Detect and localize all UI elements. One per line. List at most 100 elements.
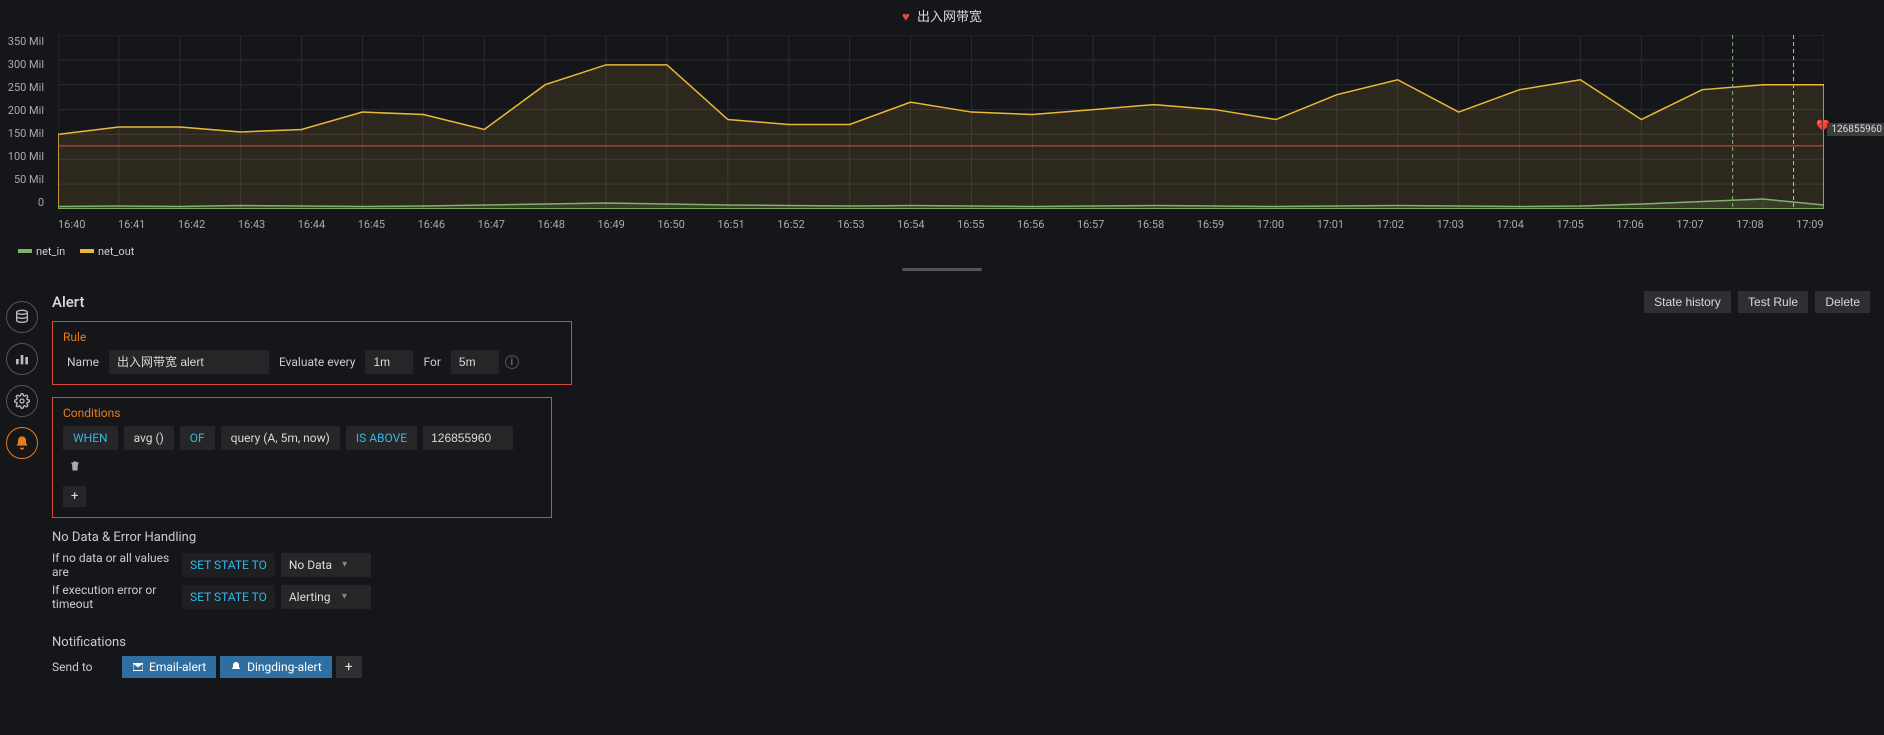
- info-icon[interactable]: i: [505, 355, 519, 369]
- x-tick: 16:52: [777, 218, 804, 231]
- legend-item-net-in[interactable]: net_in: [18, 245, 65, 258]
- for-label: For: [419, 355, 444, 369]
- x-tick: 16:44: [298, 218, 325, 231]
- y-tick: 150 Mil: [0, 127, 44, 140]
- x-tick: 16:51: [717, 218, 744, 231]
- x-tick: 16:48: [538, 218, 565, 231]
- condition-reducer[interactable]: avg (): [124, 426, 174, 450]
- tab-general-icon[interactable]: [6, 385, 38, 417]
- nodata-state-value: No Data: [289, 558, 332, 572]
- conditions-box: Conditions WHEN avg () OF query (A, 5m, …: [52, 397, 552, 518]
- x-tick: 16:55: [957, 218, 984, 231]
- editor-title: Alert: [52, 293, 84, 311]
- rule-box: Rule Name Evaluate every For i: [52, 321, 572, 385]
- legend-label: net_out: [98, 245, 134, 258]
- x-tick: 17:05: [1556, 218, 1583, 231]
- for-input[interactable]: [451, 350, 499, 374]
- nodata-row: If no data or all values are SET STATE T…: [52, 551, 1870, 579]
- panel-resize-handle[interactable]: [902, 268, 982, 271]
- tab-alert-icon[interactable]: [6, 427, 38, 459]
- evaluate-every-input[interactable]: [365, 350, 413, 374]
- nodata-state-select[interactable]: No Data: [281, 553, 371, 577]
- x-tick: 17:07: [1676, 218, 1703, 231]
- editor-tab-icons: [6, 301, 38, 459]
- legend-label: net_in: [36, 245, 65, 258]
- error-row: If execution error or timeout SET STATE …: [52, 583, 1870, 611]
- chart-legend: net_in net_out: [0, 239, 1884, 264]
- error-state-value: Alerting: [289, 590, 331, 604]
- x-tick: 16:42: [178, 218, 205, 231]
- chart-panel[interactable]: 350 Mil300 Mil250 Mil200 Mil150 Mil100 M…: [0, 29, 1884, 239]
- add-notification-button[interactable]: +: [336, 656, 362, 678]
- notification-channel-dingding[interactable]: Dingding-alert: [220, 656, 332, 678]
- legend-swatch: [18, 249, 32, 253]
- x-tick: 16:58: [1137, 218, 1164, 231]
- x-tick: 17:06: [1616, 218, 1643, 231]
- y-axis-ticks: 350 Mil300 Mil250 Mil200 Mil150 Mil100 M…: [0, 35, 50, 209]
- y-tick: 0: [0, 196, 44, 209]
- x-tick: 17:03: [1437, 218, 1464, 231]
- x-tick: 16:47: [478, 218, 505, 231]
- condition-threshold-input[interactable]: [423, 426, 513, 450]
- error-state-select[interactable]: Alerting: [281, 585, 371, 609]
- notification-channel-label: Dingding-alert: [247, 660, 322, 674]
- condition-row: WHEN avg () OF query (A, 5m, now) IS ABO…: [63, 426, 541, 480]
- send-to-label: Send to: [52, 660, 122, 674]
- x-axis-ticks: 16:4016:4116:4216:4316:4416:4516:4616:47…: [58, 218, 1824, 231]
- condition-when[interactable]: WHEN: [63, 426, 118, 450]
- x-tick: 17:00: [1257, 218, 1284, 231]
- x-tick: 16:53: [837, 218, 864, 231]
- y-tick: 350 Mil: [0, 35, 44, 48]
- legend-item-net-out[interactable]: net_out: [80, 245, 134, 258]
- x-tick: 17:01: [1317, 218, 1344, 231]
- bell-icon: [230, 661, 242, 673]
- notifications-section-title: Notifications: [52, 635, 1870, 650]
- send-to-row: Send to Email-alert Dingding-alert +: [52, 656, 1870, 678]
- y-tick: 100 Mil: [0, 150, 44, 163]
- x-tick: 16:57: [1077, 218, 1104, 231]
- alert-editor: Alert State history Test Rule Delete Rul…: [0, 281, 1884, 702]
- rule-name-label: Name: [63, 355, 103, 369]
- x-tick: 17:02: [1377, 218, 1404, 231]
- panel-title-text: 出入网带宽: [917, 10, 982, 25]
- x-tick: 16:59: [1197, 218, 1224, 231]
- editor-header: Alert State history Test Rule Delete: [52, 291, 1870, 313]
- x-tick: 17:09: [1796, 218, 1823, 231]
- notification-channel-label: Email-alert: [149, 660, 206, 674]
- chart-plot-area[interactable]: [58, 35, 1824, 209]
- legend-swatch: [80, 249, 94, 253]
- x-tick: 16:56: [1017, 218, 1044, 231]
- y-tick: 200 Mil: [0, 104, 44, 117]
- nodata-label: If no data or all values are: [52, 551, 182, 579]
- condition-query[interactable]: query (A, 5m, now): [221, 426, 340, 450]
- editor-header-buttons: State history Test Rule Delete: [1640, 291, 1870, 313]
- x-tick: 16:45: [358, 218, 385, 231]
- add-condition-button[interactable]: +: [63, 486, 86, 507]
- error-label: If execution error or timeout: [52, 583, 182, 611]
- x-tick: 16:49: [597, 218, 624, 231]
- set-state-label: SET STATE TO: [182, 553, 275, 577]
- x-tick: 16:46: [418, 218, 445, 231]
- conditions-box-title: Conditions: [63, 406, 541, 420]
- x-tick: 16:40: [58, 218, 85, 231]
- nodata-section-title: No Data & Error Handling: [52, 530, 1870, 545]
- set-state-label-2: SET STATE TO: [182, 585, 275, 609]
- envelope-icon: [132, 661, 144, 673]
- threshold-value-label: 126855960: [1827, 123, 1884, 136]
- heart-icon: ♥: [902, 10, 910, 25]
- rule-name-input[interactable]: [109, 350, 269, 374]
- notification-channel-email[interactable]: Email-alert: [122, 656, 216, 678]
- condition-delete-icon[interactable]: [63, 456, 87, 480]
- delete-button[interactable]: Delete: [1815, 291, 1870, 313]
- panel-title: ♥ 出入网带宽: [0, 0, 1884, 29]
- state-history-button[interactable]: State history: [1644, 291, 1731, 313]
- test-rule-button[interactable]: Test Rule: [1738, 291, 1808, 313]
- x-tick: 17:04: [1497, 218, 1524, 231]
- evaluate-every-label: Evaluate every: [275, 355, 359, 369]
- chart-svg: [58, 35, 1824, 209]
- condition-evaluator[interactable]: IS ABOVE: [346, 426, 417, 450]
- condition-of: OF: [180, 426, 215, 450]
- tab-queries-icon[interactable]: [6, 301, 38, 333]
- tab-visualization-icon[interactable]: [6, 343, 38, 375]
- y-tick: 300 Mil: [0, 58, 44, 71]
